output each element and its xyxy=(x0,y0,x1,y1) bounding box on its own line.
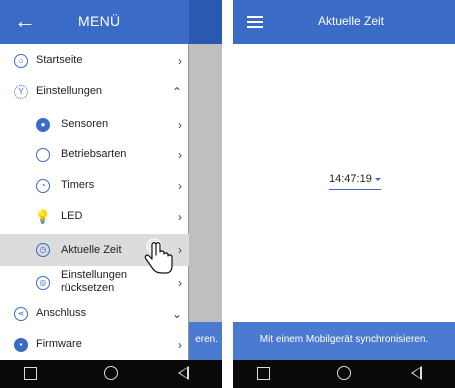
android-nav-bar xyxy=(233,360,455,388)
chevron-right-icon: › xyxy=(178,147,182,162)
android-nav-bar xyxy=(0,360,222,388)
main-content: 14:47:19 xyxy=(233,44,455,322)
pointing-hand-icon xyxy=(144,238,173,274)
menu-item-label-line1: Einstellungen xyxy=(61,269,128,281)
chip-icon: ▪ xyxy=(14,337,28,352)
menu-item-label: Einstellungen xyxy=(36,85,103,97)
right-phone-screen: Aktuelle Zeit 14:47:19 Mit einem Mobilge… xyxy=(233,0,455,388)
menu-item-label: Aktuelle Zeit xyxy=(61,243,122,256)
menu-item-label: Sensoren xyxy=(61,118,109,130)
drawer-header: ← MENÜ xyxy=(0,0,189,44)
home-icon: ⌂ xyxy=(14,53,28,68)
settings-icon: Y xyxy=(14,84,28,99)
menu-item-sensoren[interactable]: ● Sensoren › xyxy=(0,110,189,139)
navigation-drawer: ← MENÜ ⌂ Startseite › Y Einstellungen ⌃ … xyxy=(0,0,189,360)
circle-icon[interactable] xyxy=(104,366,118,380)
menu-item-label: Betriebsarten xyxy=(61,148,127,160)
square-icon[interactable] xyxy=(24,367,37,380)
menu-item-label: Timers xyxy=(61,179,95,191)
back-triangle-icon[interactable] xyxy=(178,366,189,380)
time-dropdown[interactable]: 14:47:19 xyxy=(329,172,381,190)
chevron-right-icon: › xyxy=(178,178,182,193)
menu-item-label: Anschluss xyxy=(36,307,87,319)
left-phone-screen: eren. ← MENÜ ⌂ Startseite › Y Einstellun… xyxy=(0,0,222,388)
drawer-title: MENÜ xyxy=(78,13,121,29)
sensor-icon: ● xyxy=(36,117,50,132)
chevron-right-icon: › xyxy=(178,276,182,290)
chevron-down-icon: ⌄ xyxy=(171,306,182,321)
menu-item-label: Startseite xyxy=(36,54,83,66)
time-value: 14:47:19 xyxy=(329,173,372,185)
arrow-left-icon[interactable]: ← xyxy=(14,8,36,34)
caret-down-icon xyxy=(374,177,381,181)
share-icon: ⋖ xyxy=(14,306,28,321)
menu-item-anschluss[interactable]: ⋖ Anschluss ⌄ xyxy=(0,299,189,328)
menu-item-label: Firmware xyxy=(36,338,82,350)
menu-item-einstellungen[interactable]: Y Einstellungen ⌃ xyxy=(0,77,189,106)
chevron-right-icon: › xyxy=(178,53,182,68)
sync-button-label: Mit einem Mobilgerät synchronisieren. xyxy=(259,334,429,345)
menu-item-startseite[interactable]: ⌂ Startseite › xyxy=(0,46,189,75)
chevron-right-icon: › xyxy=(178,209,182,224)
menu-item-label: LED xyxy=(61,210,83,222)
clock-icon: ◷ xyxy=(36,243,50,257)
chevron-up-icon: ⌃ xyxy=(171,84,182,99)
menu-item-timers[interactable]: ◔ Timers › xyxy=(0,171,189,200)
menu-item-betriebsarten[interactable]: Betriebsarten › xyxy=(0,140,189,169)
mode-circle-icon xyxy=(36,147,50,162)
square-icon[interactable] xyxy=(257,367,270,380)
timer-icon: ◔ xyxy=(36,178,50,193)
menu-item-firmware[interactable]: ▪ Firmware › xyxy=(0,330,189,359)
chevron-right-icon: › xyxy=(178,337,182,352)
bulb-icon: 💡 xyxy=(34,209,52,224)
chevron-right-icon: › xyxy=(178,117,182,132)
chevron-right-icon: › xyxy=(178,243,182,257)
menu-item-led[interactable]: 💡 LED › xyxy=(0,202,189,231)
app-header: Aktuelle Zeit xyxy=(233,0,455,44)
background-footer-text: eren. xyxy=(195,334,218,345)
sync-button[interactable]: Mit einem Mobilgerät synchronisieren. xyxy=(233,322,455,360)
circle-icon[interactable] xyxy=(337,366,351,380)
page-title: Aktuelle Zeit xyxy=(317,14,385,28)
reset-icon: ◎ xyxy=(36,276,50,290)
back-triangle-icon[interactable] xyxy=(411,366,422,380)
menu-item-label-line2: rücksetzen xyxy=(61,282,115,294)
